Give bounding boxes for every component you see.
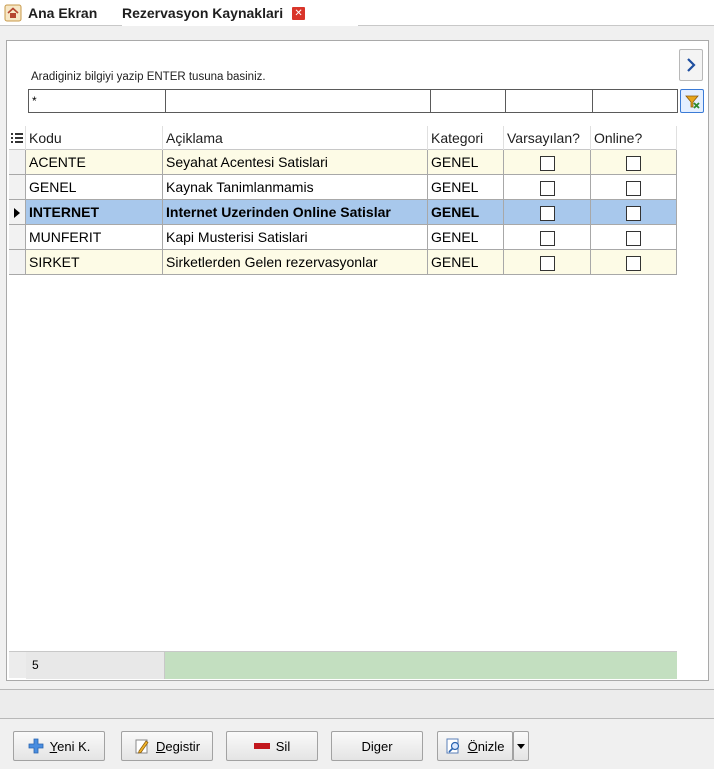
tab-label: Ana Ekran (28, 5, 98, 21)
edit-button[interactable]: Degistir (121, 731, 213, 761)
cell-kategori: GENEL (428, 150, 504, 175)
online-checkbox[interactable] (626, 206, 641, 221)
tab-strip: Ana Ekran Rezervasyon Kaynaklari ✕ (0, 0, 714, 26)
filter-input-varsayilan[interactable] (505, 89, 593, 113)
cell-online (591, 150, 677, 175)
cell-kategori: GENEL (428, 200, 504, 225)
column-header-varsayilan[interactable]: Varsayılan? (504, 126, 591, 150)
next-button[interactable] (679, 49, 703, 81)
online-checkbox[interactable] (626, 256, 641, 271)
column-chooser[interactable] (9, 126, 26, 150)
row-indicator (9, 200, 26, 225)
column-header-kategori[interactable]: Kategori (428, 126, 504, 150)
cell-varsayilan (504, 200, 591, 225)
cell-kodu: GENEL (26, 175, 163, 200)
record-count: 5 (26, 652, 165, 679)
toolbar: Yeni K. Degistir Sil Diger Önizle (0, 719, 714, 769)
cell-kodu: MUNFERIT (26, 225, 163, 250)
footer-summary-area (165, 652, 677, 679)
online-checkbox[interactable] (626, 156, 641, 171)
filter-input-aciklama[interactable] (165, 89, 431, 113)
cell-varsayilan (504, 175, 591, 200)
cell-kategori: GENEL (428, 175, 504, 200)
row-indicator (9, 225, 26, 250)
table-row[interactable]: GENEL Kaynak Tanimlanmamis GENEL (9, 175, 677, 200)
column-header-kodu[interactable]: Kodu (26, 126, 163, 150)
grid-footer: 5 (9, 651, 677, 679)
filter-clear-icon (685, 95, 700, 109)
cell-kodu: SIRKET (26, 250, 163, 275)
filter-input-kategori[interactable] (430, 89, 506, 113)
cell-online (591, 175, 677, 200)
current-row-arrow-icon (14, 208, 20, 218)
button-label: Yeni K. (49, 738, 91, 754)
varsayilan-checkbox[interactable] (540, 256, 555, 271)
filter-input-online[interactable] (592, 89, 678, 113)
cell-online (591, 200, 677, 225)
cell-varsayilan (504, 225, 591, 250)
home-icon (4, 4, 22, 22)
column-header-online[interactable]: Online? (591, 126, 677, 150)
table-row[interactable]: ACENTE Seyahat Acentesi Satislari GENEL (9, 150, 677, 175)
cell-kodu: ACENTE (26, 150, 163, 175)
main-panel: Aradiginiz bilgiyi yazip ENTER tusuna ba… (6, 40, 709, 681)
cell-aciklama: Seyahat Acentesi Satislari (163, 150, 428, 175)
table-row-selected[interactable]: INTERNET Internet Uzerinden Online Satis… (9, 200, 677, 225)
cell-aciklama: Kapi Musterisi Satislari (163, 225, 428, 250)
filter-clear-button[interactable] (680, 89, 704, 113)
cell-varsayilan (504, 150, 591, 175)
pencil-icon (134, 738, 150, 754)
table-row[interactable]: MUNFERIT Kapi Musterisi Satislari GENEL (9, 225, 677, 250)
cell-online (591, 250, 677, 275)
chevron-right-icon (687, 58, 696, 72)
preview-button[interactable]: Önizle (437, 731, 513, 761)
row-indicator (9, 175, 26, 200)
preview-icon (446, 738, 462, 754)
cell-aciklama: Internet Uzerinden Online Satislar (163, 200, 428, 225)
cell-aciklama: Kaynak Tanimlanmamis (163, 175, 428, 200)
grid-header: Kodu Açiklama Kategori Varsayılan? Onlin… (9, 126, 677, 150)
tab-rezervasyon-kaynaklari[interactable]: Rezervasyon Kaynaklari ✕ (122, 0, 358, 26)
other-button[interactable]: Diger (331, 731, 423, 761)
status-bar (0, 689, 714, 719)
cell-aciklama: Sirketlerden Gelen rezervasyonlar (163, 250, 428, 275)
tab-label: Rezervasyon Kaynaklari (122, 5, 284, 21)
cell-online (591, 225, 677, 250)
chevron-down-icon (517, 743, 525, 749)
preview-dropdown-button[interactable] (513, 731, 529, 761)
column-header-aciklama[interactable]: Açiklama (163, 126, 428, 150)
button-label: Sil (275, 738, 291, 754)
row-indicator (9, 250, 26, 275)
plus-icon (28, 738, 44, 754)
cell-varsayilan (504, 250, 591, 275)
online-checkbox[interactable] (626, 181, 641, 196)
row-indicator (9, 150, 26, 175)
minus-icon (253, 742, 270, 750)
cell-kategori: GENEL (428, 225, 504, 250)
online-checkbox[interactable] (626, 231, 641, 246)
varsayilan-checkbox[interactable] (540, 181, 555, 196)
delete-button[interactable]: Sil (226, 731, 318, 761)
button-label: Degistir (155, 738, 201, 754)
table-row[interactable]: SIRKET Sirketlerden Gelen rezervasyonlar… (9, 250, 677, 275)
list-icon (11, 133, 23, 143)
button-label: Önizle (467, 738, 505, 754)
filter-input-kodu[interactable] (28, 89, 166, 113)
button-label: Diger (361, 738, 393, 754)
varsayilan-checkbox[interactable] (540, 156, 555, 171)
close-icon[interactable]: ✕ (292, 6, 306, 20)
cell-kategori: GENEL (428, 250, 504, 275)
varsayilan-checkbox[interactable] (540, 206, 555, 221)
new-record-button[interactable]: Yeni K. (13, 731, 105, 761)
varsayilan-checkbox[interactable] (540, 231, 555, 246)
tab-ana-ekran[interactable]: Ana Ekran (4, 0, 120, 26)
search-hint: Aradiginiz bilgiyi yazip ENTER tusuna ba… (31, 71, 266, 83)
cell-kodu: INTERNET (26, 200, 163, 225)
